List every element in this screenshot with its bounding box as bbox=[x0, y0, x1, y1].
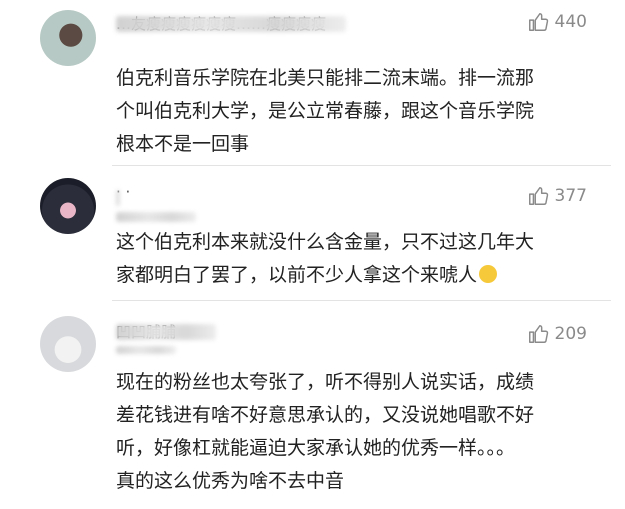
thumbs-up-icon bbox=[528, 13, 548, 31]
username-redaction bbox=[116, 324, 216, 340]
like-count: 377 bbox=[554, 186, 587, 206]
username[interactable]: · · bbox=[116, 182, 236, 202]
like-count: 209 bbox=[554, 324, 587, 344]
comment-text: 伯克利音乐学院在北美只能排二流末端。排一流那 个叫伯克利大学，是公立常春藤，跟这… bbox=[116, 67, 535, 155]
comment-text: 现在的粉丝也太夸张了，听不得别人说实话，成绩 差花钱进有啥不好意思承认的，又没说… bbox=[116, 371, 535, 492]
divider bbox=[112, 165, 611, 166]
divider bbox=[112, 300, 611, 301]
avatar[interactable] bbox=[40, 178, 96, 234]
like-button[interactable]: 440 bbox=[527, 10, 587, 34]
thumbs-up-icon bbox=[528, 325, 548, 343]
username-redaction bbox=[116, 212, 196, 222]
username-redaction bbox=[116, 346, 176, 354]
like-count: 440 bbox=[554, 12, 587, 32]
laughing-emoji-icon bbox=[479, 265, 498, 283]
username-redaction bbox=[116, 16, 346, 32]
like-button[interactable]: 377 bbox=[527, 184, 587, 208]
avatar[interactable] bbox=[40, 316, 96, 372]
comment-item: …友瘦瘦瘦瘦瘦瘦……瘦瘦瘦瘦 440 伯克利音乐学院在北美只能排二流末端。排一流… bbox=[0, 0, 625, 165]
comment-text: 这个伯克利本来就没什么含金量，只不过这几年大 家都明白了罢了，以前不少人拿这个来… bbox=[116, 226, 586, 292]
username-redaction bbox=[116, 190, 120, 206]
comment-text-body: 这个伯克利本来就没什么含金量，只不过这几年大 家都明白了罢了，以前不少人拿这个来… bbox=[116, 231, 535, 286]
thumbs-up-icon bbox=[528, 187, 548, 205]
avatar[interactable] bbox=[40, 10, 96, 66]
like-button[interactable]: 209 bbox=[527, 322, 587, 346]
